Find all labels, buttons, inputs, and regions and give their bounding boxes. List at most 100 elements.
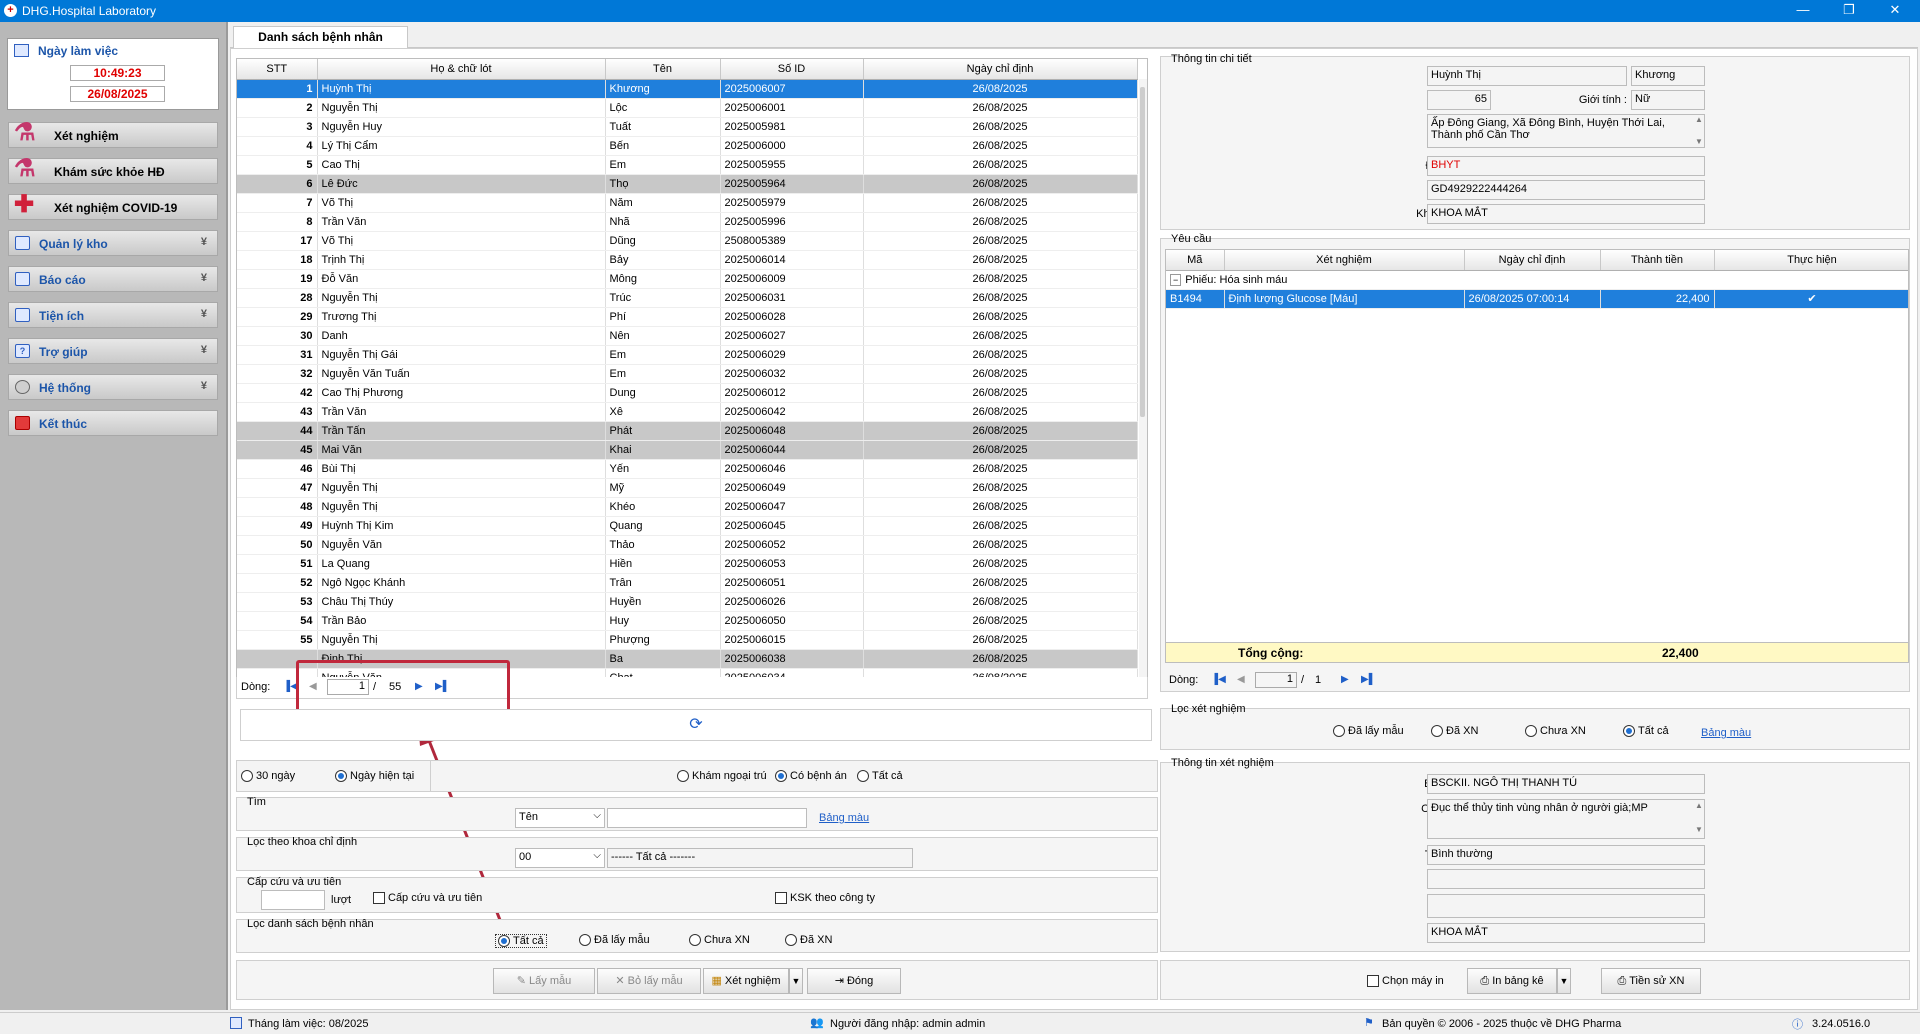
col-header-thanh-tien[interactable]: Thành tiền [1600,250,1715,271]
scrollbar-thumb[interactable] [1140,87,1145,417]
request-row[interactable]: B1494 Định lượng Glucose [Máu] 26/08/202… [1166,289,1908,309]
table-row[interactable]: 55 Nguyễn Thị Phượng 2025006015 26/08/2025 [237,630,1138,650]
table-row[interactable]: 31 Nguyễn Thị Gái Em 2025006029 26/08/2025 [237,345,1138,365]
table-row[interactable]: 3 Nguyễn Huy Tuất 2025005981 26/08/2025 [237,117,1138,137]
history-button[interactable]: ⎙ Tiền sử XN [1601,968,1701,994]
sidebar-item-tien-ich[interactable]: Tiện ích ¥ [8,302,218,328]
color-legend-link[interactable]: Bảng màu [819,812,869,824]
scroll-up-icon[interactable]: ▲ [1695,801,1703,810]
table-row[interactable]: 29 Trương Thị Phí 2025006028 26/08/2025 [237,307,1138,327]
table-row[interactable]: 51 La Quang Hiền 2025006053 26/08/2025 [237,554,1138,574]
table-row[interactable]: 44 Trần Tấn Phát 2025006048 26/08/2025 [237,421,1138,441]
sidebar-item-quan-ly-kho[interactable]: Quản lý kho ¥ [8,230,218,256]
done-checkbox[interactable]: ✔ [1714,289,1908,309]
prev-page-icon[interactable]: ◀ [1237,674,1245,685]
table-row[interactable]: 52 Ngô Ngọc Khánh Trân 2025006051 26/08/2025 [237,573,1138,593]
table-row[interactable]: 46 Bùi Thị Yến 2025006046 26/08/2025 [237,459,1138,479]
col-header-ten[interactable]: Tên [605,59,721,80]
choose-printer-checkbox[interactable]: Chọn máy in [1367,975,1444,988]
priority-checkbox[interactable]: Cấp cứu và ưu tiên [373,892,482,905]
table-row[interactable]: 53 Châu Thị Thúy Huyền 2025006026 26/08/2025 [237,592,1138,612]
col-header-stt[interactable]: STT [237,59,318,80]
close-window-button[interactable]: ✕ [1872,0,1918,22]
sidebar-item-covid[interactable]: ✚ Xét nghiệm COVID-19 [8,191,218,220]
minimize-button[interactable]: — [1780,0,1826,22]
radio-test-not-tested[interactable]: Chưa XN [1525,725,1586,738]
first-page-icon[interactable]: ▐◀ [1211,674,1226,685]
print-button[interactable]: ⎙ In bảng kê [1467,968,1557,994]
radio-list-not-tested[interactable]: Chưa XN [689,934,750,947]
collapse-icon[interactable]: − [1170,273,1182,286]
priority-count-input[interactable] [261,890,325,910]
table-row[interactable]: 8 Trần Văn Nhã 2025005996 26/08/2025 [237,212,1138,232]
table-row[interactable]: 2 Nguyễn Thị Lộc 2025006001 26/08/2025 [237,98,1138,118]
tab-patient-list[interactable]: Danh sách bệnh nhân [233,26,408,49]
cell-id: 2025006042 [720,402,864,422]
cancel-sample-button[interactable]: ✕ Bỏ lấy mẫu [597,968,701,994]
restore-button[interactable]: ❐ [1826,0,1872,22]
sidebar-item-tro-giup[interactable]: ? Trợ giúp ¥ [8,338,218,364]
table-row[interactable]: 5 Cao Thị Em 2025005955 26/08/2025 [237,155,1138,175]
radio-test-sampled[interactable]: Đã lấy mẫu [1333,725,1404,738]
test-button[interactable]: ▦ Xét nghiệm [703,968,789,994]
sidebar-item-ket-thuc[interactable]: Kết thúc [8,410,218,436]
table-row[interactable]: 6 Lê Đức Thọ 2025005964 26/08/2025 [237,174,1138,194]
test-dropdown-button[interactable]: ▼ [789,968,803,994]
col-header-thuc-hien[interactable]: Thực hiện [1714,250,1908,271]
col-header-ngay-chi-dinh[interactable]: Ngày chỉ định [1464,250,1601,271]
table-row[interactable]: 4 Lý Thị Cẩm Bến 2025006000 26/08/2025 [237,136,1138,156]
radio-30-days[interactable]: 30 ngày [241,770,295,783]
req-pager-current[interactable]: 1 [1255,672,1297,688]
dept-code-select[interactable]: 00 ⌵ [515,848,605,868]
radio-test-tested[interactable]: Đã XN [1431,725,1478,738]
table-row[interactable]: 32 Nguyễn Văn Tuấn Em 2025006032 26/08/2025 [237,364,1138,384]
refresh-button[interactable]: ⟳ [240,709,1152,741]
table-row[interactable]: 17 Võ Thị Dũng 2508005389 26/08/2025 [237,231,1138,251]
table-row[interactable]: 49 Huỳnh Thị Kim Quang 2025006045 26/08/2025 [237,516,1138,536]
search-input[interactable] [607,808,807,828]
table-row[interactable]: 28 Nguyễn Thị Trúc 2025006031 26/08/2025 [237,288,1138,308]
scroll-down-icon[interactable]: ▼ [1695,137,1703,146]
radio-outpatient[interactable]: Khám ngoại trú [677,770,767,783]
radio-list-tested[interactable]: Đã XN [785,934,832,947]
col-header-ma[interactable]: Mã [1166,250,1225,271]
scroll-up-icon[interactable]: ▲ [1695,115,1703,124]
col-header-ho[interactable]: Họ & chữ lót [317,59,606,80]
test-color-legend-link[interactable]: Bảng màu [1701,727,1751,739]
table-row[interactable]: 48 Nguyễn Thị Khéo 2025006047 26/08/2025 [237,497,1138,517]
table-row[interactable]: 43 Trần Văn Xê 2025006042 26/08/2025 [237,402,1138,422]
table-row[interactable]: 7 Võ Thị Năm 2025005979 26/08/2025 [237,193,1138,213]
table-row[interactable]: 47 Nguyễn Thị Mỹ 2025006049 26/08/2025 [237,478,1138,498]
scroll-down-icon[interactable]: ▼ [1695,825,1703,834]
request-group-row[interactable]: − Phiếu: Hóa sinh máu [1166,270,1908,290]
col-header-ngay[interactable]: Ngày chỉ định [863,59,1138,80]
table-row[interactable]: 50 Nguyễn Văn Thảo 2025006052 26/08/2025 [237,535,1138,555]
radio-has-record[interactable]: Có bệnh án [775,770,847,783]
sidebar-item-bao-cao[interactable]: Báo cáo ¥ [8,266,218,292]
next-page-icon[interactable]: ▶ [1341,674,1349,685]
patient-grid-scrollbar[interactable] [1139,79,1147,679]
last-page-icon[interactable]: ▶▌ [1361,674,1376,685]
sidebar-item-he-thong[interactable]: Hệ thống ¥ [8,374,218,400]
ksk-company-checkbox[interactable]: KSK theo công ty [775,892,875,905]
table-row[interactable]: 42 Cao Thị Phương Dung 2025006012 26/08/2025 [237,383,1138,403]
search-field-select[interactable]: Tên ⌵ [515,808,605,828]
sidebar-item-kham-suc-khoe[interactable]: ⚗ Khám sức khỏe HĐ [8,155,218,184]
sidebar-item-xet-nghiem[interactable]: ⚗ Xét nghiệm [8,119,218,148]
print-dropdown-button[interactable]: ▼ [1557,968,1571,994]
radio-test-all[interactable]: Tất cả [1623,725,1669,738]
table-row[interactable]: 54 Trần Bảo Huy 2025006050 26/08/2025 [237,611,1138,631]
radio-all-type[interactable]: Tất cả [857,770,903,783]
col-header-so-id[interactable]: Số ID [720,59,864,80]
table-row[interactable]: 18 Trịnh Thị Bảy 2025006014 26/08/2025 [237,250,1138,270]
table-row[interactable]: 19 Đỗ Văn Mông 2025006009 26/08/2025 [237,269,1138,289]
take-sample-button[interactable]: ✎ Lấy mẫu [493,968,595,994]
table-row[interactable]: 45 Mai Văn Khai 2025006044 26/08/2025 [237,440,1138,460]
radio-today[interactable]: Ngày hiện tại [335,770,414,783]
radio-list-all[interactable]: Tất cả [495,934,547,949]
table-row[interactable]: 1 Huỳnh Thị Khương 2025006007 26/08/2025 [237,79,1138,99]
radio-list-sampled[interactable]: Đã lấy mẫu [579,934,650,947]
table-row[interactable]: 30 Danh Nên 2025006027 26/08/2025 [237,326,1138,346]
close-button[interactable]: ⇥ Đóng [807,968,901,994]
col-header-xet-nghiem[interactable]: Xét nghiệm [1224,250,1465,271]
